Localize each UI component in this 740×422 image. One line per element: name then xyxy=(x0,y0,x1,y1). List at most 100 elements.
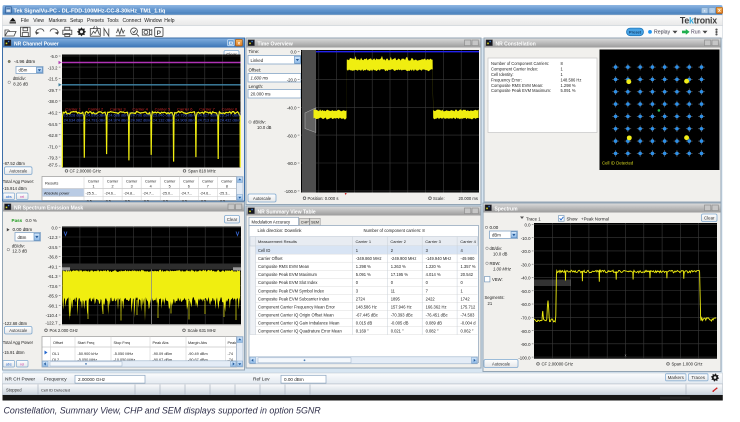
svg-text:Measurement Results: Measurement Results xyxy=(258,239,297,244)
svg-text:10.0 dB: 10.0 dB xyxy=(493,251,508,256)
svg-text:Autoscale: Autoscale xyxy=(253,196,272,201)
svg-text:Stop Freq: Stop Freq xyxy=(114,341,131,345)
svg-text:-100.0: -100.0 xyxy=(284,189,297,194)
svg-text:File: File xyxy=(21,18,29,24)
svg-text:175.712: 175.712 xyxy=(461,304,477,309)
svg-text:-30.0: -30.0 xyxy=(521,262,531,267)
svg-text:Peak Abs: Peak Abs xyxy=(153,341,169,345)
svg-text:-24.627 dBm: -24.627 dBm xyxy=(196,114,218,118)
svg-text:Carrier 7: Carrier 7 xyxy=(199,107,215,112)
svg-text:Carrier Offset: Carrier Offset xyxy=(258,256,283,261)
svg-text:-25.347 dBm: -25.347 dBm xyxy=(219,114,241,118)
svg-text:-110.4: -110.4 xyxy=(46,313,58,318)
svg-text:-12.3: -12.3 xyxy=(48,235,58,240)
svg-text:rel: rel xyxy=(20,362,24,366)
svg-text:Frequency Error:: Frequency Error: xyxy=(491,77,522,82)
svg-text:-24.909 dBm: -24.909 dBm xyxy=(174,119,196,123)
svg-text:Carrier: Carrier xyxy=(145,179,157,183)
svg-text:-25.5...: -25.5... xyxy=(86,192,97,196)
svg-text:-76.451 dBc: -76.451 dBc xyxy=(426,312,448,317)
svg-text:-54.5: -54.5 xyxy=(48,122,58,127)
svg-text:-24.791 dBm: -24.791 dBm xyxy=(85,119,107,123)
svg-text:20.000 ms: 20.000 ms xyxy=(251,91,271,96)
svg-text:-100.0: -100.0 xyxy=(518,355,531,360)
svg-text:-25.046 dBm: -25.046 dBm xyxy=(152,114,174,118)
svg-text:-149.940 MHz: -149.940 MHz xyxy=(426,256,452,261)
svg-text:NR Channel Power: NR Channel Power xyxy=(14,41,59,47)
svg-text:dB/div:: dB/div: xyxy=(490,246,503,251)
svg-text:rel: rel xyxy=(20,195,24,199)
svg-text:-49.980: -49.980 xyxy=(461,256,476,261)
svg-text:Carrier 1: Carrier 1 xyxy=(356,239,372,244)
svg-text:NR Constellation: NR Constellation xyxy=(496,41,536,47)
svg-text:-4.96 dBm: -4.96 dBm xyxy=(14,59,35,64)
svg-text:abs: abs xyxy=(6,362,12,366)
svg-text:12.3 dB: 12.3 dB xyxy=(12,249,27,254)
svg-text:-74.583: -74.583 xyxy=(461,312,476,317)
svg-text:-71.0: -71.0 xyxy=(48,144,58,149)
svg-text:-20.0: -20.0 xyxy=(287,78,297,83)
svg-text:166.362 Hz: 166.362 Hz xyxy=(426,304,447,309)
svg-text:Composite RMS EVM Mean:: Composite RMS EVM Mean: xyxy=(491,83,543,88)
svg-text:Composite Peak EVM Slot Index: Composite Peak EVM Slot Index xyxy=(258,280,317,285)
svg-text:Carrier 3: Carrier 3 xyxy=(110,107,126,112)
svg-text:20.000 ms: 20.000 ms xyxy=(458,196,478,201)
svg-text:Connect: Connect xyxy=(123,18,142,24)
svg-text:dBm: dBm xyxy=(492,233,501,238)
svg-text:-24.7...: -24.7... xyxy=(143,192,154,196)
svg-text:1742: 1742 xyxy=(461,296,471,301)
svg-text:Traces: Traces xyxy=(691,375,705,380)
svg-text:Autoscale: Autoscale xyxy=(9,328,28,333)
svg-text:Number of Component Carriers:: Number of Component Carriers: xyxy=(491,61,549,66)
svg-text:Offset:: Offset: xyxy=(249,68,262,73)
svg-text:Linked: Linked xyxy=(251,58,264,63)
svg-text:0.169 °: 0.169 ° xyxy=(356,329,369,334)
svg-text:dB/div:: dB/div: xyxy=(13,76,26,81)
svg-text:Modulation Accuracy: Modulation Accuracy xyxy=(252,219,292,224)
svg-text:Cell Identity:: Cell Identity: xyxy=(491,72,514,77)
svg-text:-24.982 dBm: -24.982 dBm xyxy=(129,119,151,123)
svg-text:Window: Window xyxy=(144,18,162,24)
svg-text:RBW:: RBW: xyxy=(490,261,501,266)
svg-text:-61.3: -61.3 xyxy=(48,274,58,279)
svg-text:-87.5: -87.5 xyxy=(48,163,58,168)
svg-text:1.298 %: 1.298 % xyxy=(561,83,576,88)
svg-text:Run: Run xyxy=(691,30,701,36)
svg-text:0.0: 0.0 xyxy=(52,226,59,231)
svg-text:-98.1: -98.1 xyxy=(48,304,58,309)
svg-text:-40.0: -40.0 xyxy=(287,106,297,111)
svg-text:Tektronix: Tektronix xyxy=(680,16,717,26)
svg-text:-38.0: -38.0 xyxy=(48,99,58,104)
svg-text:-46.2: -46.2 xyxy=(48,111,58,116)
svg-text:-60.0: -60.0 xyxy=(287,133,297,138)
svg-text:Markers: Markers xyxy=(49,18,68,24)
svg-text:-122.68 dBm: -122.68 dBm xyxy=(3,321,27,326)
svg-text:Pass: Pass xyxy=(12,218,23,223)
svg-text:0.0 %: 0.0 % xyxy=(26,218,37,223)
svg-text:Composite Peak EVM Symbol Inde: Composite Peak EVM Symbol Index xyxy=(258,288,324,293)
svg-text:Segments:: Segments: xyxy=(485,295,505,300)
svg-text:-10.0: -10.0 xyxy=(521,236,531,241)
svg-text:Number of component carriers:: Number of component carriers: 8 xyxy=(364,228,426,233)
svg-text:-24.695 dBm: -24.695 dBm xyxy=(85,114,107,118)
svg-text:x: x xyxy=(238,41,241,46)
svg-text:-90.49 dBm: -90.49 dBm xyxy=(188,352,208,356)
svg-text:Show: Show xyxy=(567,217,579,222)
svg-text:-24.688 dBm: -24.688 dBm xyxy=(107,114,129,118)
svg-text:Time:: Time: xyxy=(249,49,260,54)
svg-text:Composite Peak EVM Maximum: Composite Peak EVM Maximum xyxy=(258,272,318,277)
svg-text:-67.445 dBc: -67.445 dBc xyxy=(356,312,378,317)
svg-text:Carrier 6: Carrier 6 xyxy=(177,107,193,112)
svg-text:0.089 dB: 0.089 dB xyxy=(426,320,443,325)
svg-text:Total Agg Power: Total Agg Power xyxy=(3,340,34,345)
svg-text:-24.6...: -24.6... xyxy=(105,192,116,196)
svg-text:-249.900 MHz: -249.900 MHz xyxy=(391,256,417,261)
svg-text:Link direction: Downlink: Link direction: Downlink xyxy=(258,228,303,233)
svg-text:-73.6: -73.6 xyxy=(48,284,58,289)
svg-text:Clear: Clear xyxy=(704,216,715,221)
svg-text:OL1: OL1 xyxy=(52,352,59,356)
svg-text:11: 11 xyxy=(391,288,396,293)
svg-text:Preset: Preset xyxy=(629,29,642,34)
svg-text:Tek SignalVu-PC - DL-FDD-100MH: Tek SignalVu-PC - DL-FDD-100MHz-CC-8-30k… xyxy=(14,8,166,14)
svg-text:CF 2.00000 GHz: CF 2.00000 GHz xyxy=(70,169,101,174)
